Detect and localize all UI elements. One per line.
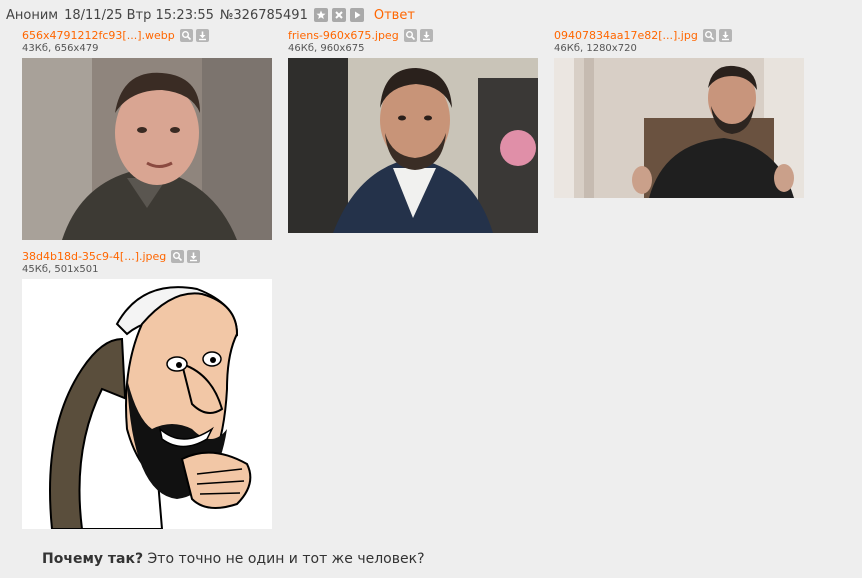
post-number[interactable]: №326785491 [220,8,308,23]
thumbnail-image[interactable] [22,58,272,240]
download-icon[interactable] [195,28,209,42]
search-icon[interactable] [171,249,185,263]
search-icon[interactable] [403,28,417,42]
file-name-link[interactable]: 09407834aa17e82[...].jpg [554,29,698,42]
message-text: Это точно не один и тот же человек? [143,551,425,567]
thumbnail-image[interactable] [22,279,272,529]
play-icon[interactable] [349,8,364,22]
post-header: Аноним 18/11/25 Втр 15:23:55 №326785491 … [6,6,415,24]
search-icon[interactable] [179,28,193,42]
star-icon[interactable] [313,8,328,22]
download-icon[interactable] [419,28,433,42]
message-bold-text: Почему так? [42,551,144,567]
close-icon[interactable] [331,8,346,22]
post: Аноним 18/11/25 Втр 15:23:55 №326785491 … [0,0,862,578]
file-attachment: 09407834aa17e82[...].jpg 46Кб, 1280x720 [554,28,804,198]
post-date: 18/11/25 Втр 15:23:55 [64,7,214,23]
download-icon[interactable] [718,28,732,42]
file-name-link[interactable]: 656x4791212fc93[...].webp [22,29,175,42]
thumbnail-image[interactable] [288,58,538,233]
download-icon[interactable] [187,249,201,263]
post-message: Почему так? Это точно не один и тот же ч… [42,551,425,567]
file-name-link[interactable]: friens-960x675.jpeg [288,29,399,42]
reply-link[interactable]: Ответ [374,8,415,23]
file-attachment: 656x4791212fc93[...].webp 43Кб, 656x479 [22,28,272,240]
file-attachment: friens-960x675.jpeg 46Кб, 960x675 [288,28,538,233]
file-name-link[interactable]: 38d4b18d-35c9-4[...].jpeg [22,250,166,263]
poster-name: Аноним [6,7,59,23]
file-meta: 43Кб, 656x479 [22,43,99,54]
search-icon[interactable] [702,28,716,42]
thumbnail-image[interactable] [554,58,804,198]
file-meta: 45Кб, 501x501 [22,264,99,275]
file-meta: 46Кб, 960x675 [288,43,365,54]
file-meta: 46Кб, 1280x720 [554,43,637,54]
file-attachment: 38d4b18d-35c9-4[...].jpeg 45Кб, 501x501 [22,249,272,529]
